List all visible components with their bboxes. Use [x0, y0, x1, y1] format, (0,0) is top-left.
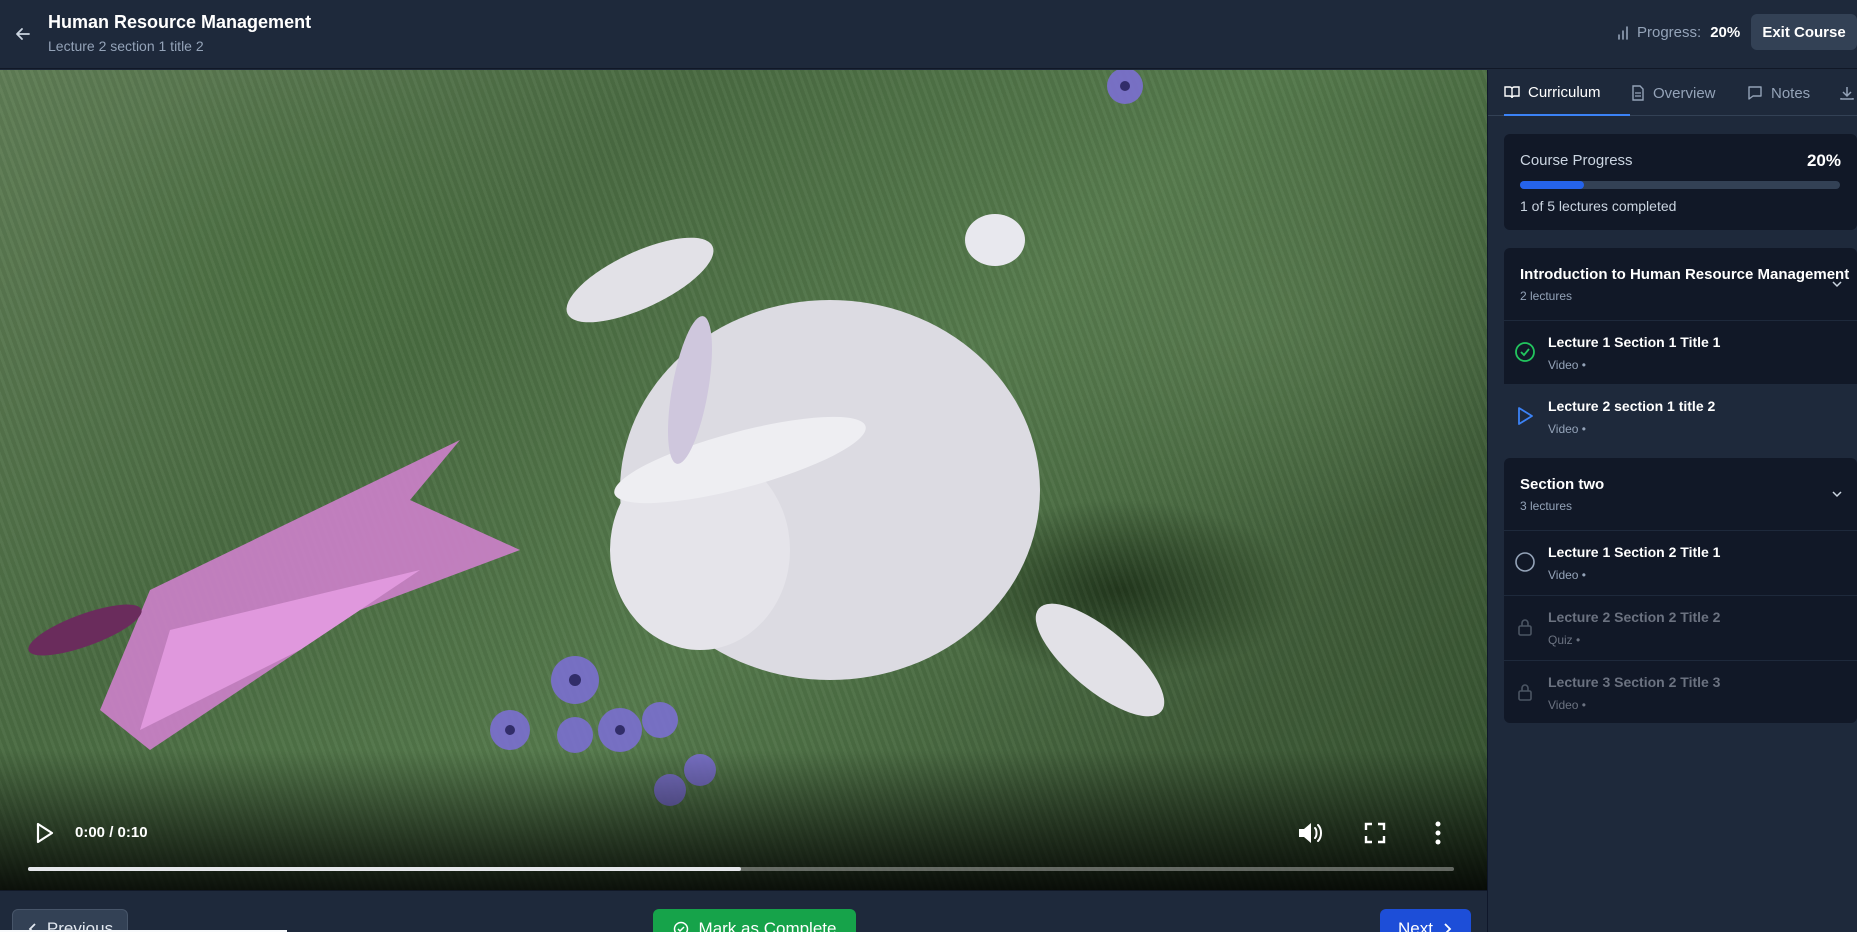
lecture-meta: Video • [1548, 358, 1587, 372]
top-header: Human Resource Management Lecture 2 sect… [0, 0, 1857, 69]
lock-icon [1518, 684, 1532, 701]
play-button[interactable] [32, 820, 58, 846]
message-icon [1748, 86, 1762, 100]
lecture-item[interactable]: Lecture 1 Section 2 Title 1 Video • [1504, 530, 1857, 594]
next-button[interactable]: Next [1380, 909, 1471, 932]
next-label: Next [1398, 919, 1433, 932]
lecture-item-locked: Lecture 3 Section 2 Title 3 Video • [1504, 660, 1857, 724]
lecture-title: Lecture 2 Section 2 Title 2 [1548, 609, 1721, 625]
chevron-right-icon [1444, 923, 1452, 932]
play-icon [36, 822, 54, 844]
section-header[interactable]: Section two 3 lectures [1504, 458, 1857, 530]
previous-button[interactable]: Previous [12, 909, 128, 932]
lecture-meta: Quiz • [1548, 633, 1581, 647]
tab-overview-label: Overview [1653, 84, 1716, 102]
seek-bar-buffered [28, 867, 741, 871]
download-icon [1840, 87, 1854, 100]
sidebar-tabs: Curriculum Overview Notes [1488, 70, 1857, 116]
section-lecture-count: 3 lectures [1520, 499, 1573, 513]
document-icon [1632, 85, 1644, 101]
bar-chart-icon [1618, 25, 1628, 40]
seek-bar[interactable] [28, 867, 1454, 871]
lecture-meta: Video • [1548, 698, 1587, 712]
lecture-meta: Video • [1548, 568, 1587, 582]
exit-course-button[interactable]: Exit Course [1751, 14, 1857, 50]
lecture-item-locked: Lecture 2 Section 2 Title 2 Quiz • [1504, 595, 1857, 659]
mark-complete-button[interactable]: Mark as Complete [653, 909, 856, 932]
section-lecture-count: 2 lectures [1520, 289, 1573, 303]
volume-button[interactable] [1296, 820, 1324, 846]
lecture-title: Lecture 2 section 1 title 2 [1548, 398, 1716, 414]
current-lecture-subtitle: Lecture 2 section 1 title 2 [48, 38, 204, 54]
section-title: Introduction to Human Resource Managemen… [1520, 266, 1850, 283]
video-player[interactable]: 0:00 / 0:10 [0, 70, 1487, 890]
fullscreen-button[interactable] [1362, 820, 1388, 846]
time-display: 0:00 / 0:10 [75, 824, 148, 841]
chevron-down-icon [1832, 491, 1842, 498]
chevron-down-icon [1832, 281, 1842, 288]
course-progress-fill [1520, 181, 1584, 189]
lectures-completed-summary: 1 of 5 lectures completed [1520, 198, 1677, 214]
more-options-button[interactable] [1428, 820, 1448, 846]
lecture-meta: Video • [1548, 422, 1587, 436]
course-progress-bar [1520, 181, 1840, 189]
progress-label: Progress: [1637, 24, 1702, 41]
course-progress-card: Course Progress 20% 1 of 5 lectures comp… [1504, 134, 1857, 230]
section-card: Introduction to Human Resource Managemen… [1504, 248, 1857, 448]
lecture-item-current[interactable]: Lecture 2 section 1 title 2 Video • [1504, 384, 1857, 448]
progress-value: 20% [1710, 24, 1741, 41]
course-sidebar: Curriculum Overview Notes Course Progres… [1487, 70, 1857, 932]
course-progress-value: 20% [1806, 151, 1841, 170]
lecture-title: Lecture 1 Section 1 Title 1 [1548, 334, 1721, 350]
mark-complete-label: Mark as Complete [698, 919, 837, 932]
book-open-icon [1504, 86, 1520, 99]
fullscreen-icon [1364, 822, 1386, 844]
circle-icon [1515, 552, 1535, 572]
tab-downloads[interactable] [1839, 70, 1855, 116]
check-circle-icon [673, 921, 688, 932]
tab-notes[interactable]: Notes [1747, 70, 1810, 116]
section-title: Section two [1520, 476, 1605, 493]
tab-curriculum-label: Curriculum [1528, 83, 1601, 101]
lecture-title: Lecture 3 Section 2 Title 3 [1548, 674, 1721, 690]
section-header[interactable]: Introduction to Human Resource Managemen… [1504, 248, 1857, 320]
tab-overview[interactable]: Overview [1631, 70, 1716, 116]
lecture-navigation: Previous Mark as Complete Next [0, 890, 1487, 932]
back-button[interactable] [12, 23, 34, 45]
tab-curriculum[interactable]: Curriculum [1504, 70, 1630, 116]
check-circle-icon [1515, 342, 1535, 362]
tab-notes-label: Notes [1771, 84, 1811, 102]
arrow-left-icon [16, 28, 30, 40]
course-progress-label: Course Progress [1520, 152, 1633, 169]
course-title: Human Resource Management [48, 12, 312, 32]
section-card: Section two 3 lectures Lecture 1 Section… [1504, 458, 1857, 723]
more-vertical-icon [1435, 821, 1441, 845]
play-icon [1518, 407, 1533, 425]
lock-icon [1518, 619, 1532, 636]
lecture-title: Lecture 1 Section 2 Title 1 [1548, 544, 1721, 560]
header-progress: Progress: 20% [1615, 24, 1740, 41]
lecture-item[interactable]: Lecture 1 Section 1 Title 1 Video • [1504, 320, 1857, 384]
volume-icon [1299, 823, 1322, 843]
